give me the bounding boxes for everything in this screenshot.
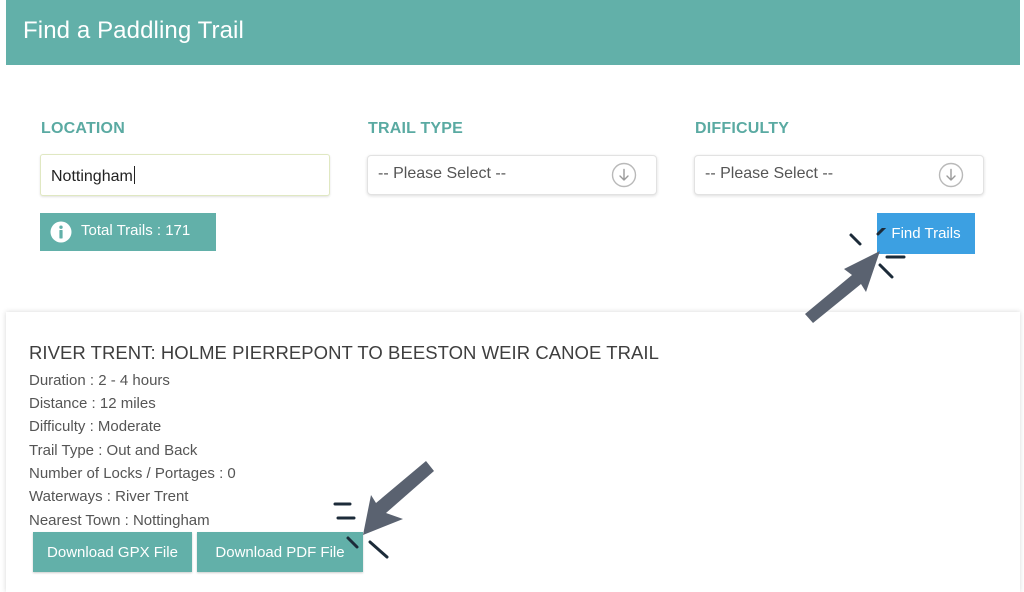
text-caret <box>133 166 135 184</box>
trail-type-select[interactable]: -- Please Select -- <box>367 155 657 195</box>
download-gpx-button[interactable]: Download GPX File <box>33 532 192 572</box>
trail-type-selected: -- Please Select -- <box>378 165 507 182</box>
trail-distance: Distance : 12 miles <box>29 395 156 412</box>
trail-type-label: TRAIL TYPE <box>368 120 464 137</box>
location-input-value: Nottingham <box>51 168 133 185</box>
trail-waterways: Waterways : River Trent <box>29 488 189 505</box>
find-trails-button[interactable]: Find Trails <box>877 213 975 254</box>
location-input[interactable]: Nottingham <box>40 154 330 196</box>
total-trails-text: Total Trails : 171 <box>81 222 191 239</box>
difficulty-label: DIFFICULTY <box>695 120 790 137</box>
total-trails-badge: Total Trails : 171 <box>40 213 216 251</box>
page-header: Find a Paddling Trail <box>6 0 1020 65</box>
trail-result-card: RIVER TRENT: HOLME PIERREPONT TO BEESTON… <box>6 312 1020 592</box>
difficulty-select[interactable]: -- Please Select -- <box>694 155 984 195</box>
trail-locks-portages: Number of Locks / Portages : 0 <box>29 465 236 482</box>
chevron-down-circle-icon <box>611 162 637 188</box>
trail-title: RIVER TRENT: HOLME PIERREPONT TO BEESTON… <box>29 342 659 363</box>
trail-duration: Duration : 2 - 4 hours <box>29 372 170 389</box>
trail-difficulty: Difficulty : Moderate <box>29 418 162 435</box>
difficulty-selected: -- Please Select -- <box>705 165 834 182</box>
info-icon <box>50 221 72 243</box>
trail-nearest-town: Nearest Town : Nottingham <box>29 512 210 529</box>
location-label: LOCATION <box>41 120 125 137</box>
download-pdf-button[interactable]: Download PDF File <box>197 532 363 572</box>
trail-type: Trail Type : Out and Back <box>29 442 198 459</box>
page-title: Find a Paddling Trail <box>23 17 244 44</box>
chevron-down-circle-icon <box>938 162 964 188</box>
